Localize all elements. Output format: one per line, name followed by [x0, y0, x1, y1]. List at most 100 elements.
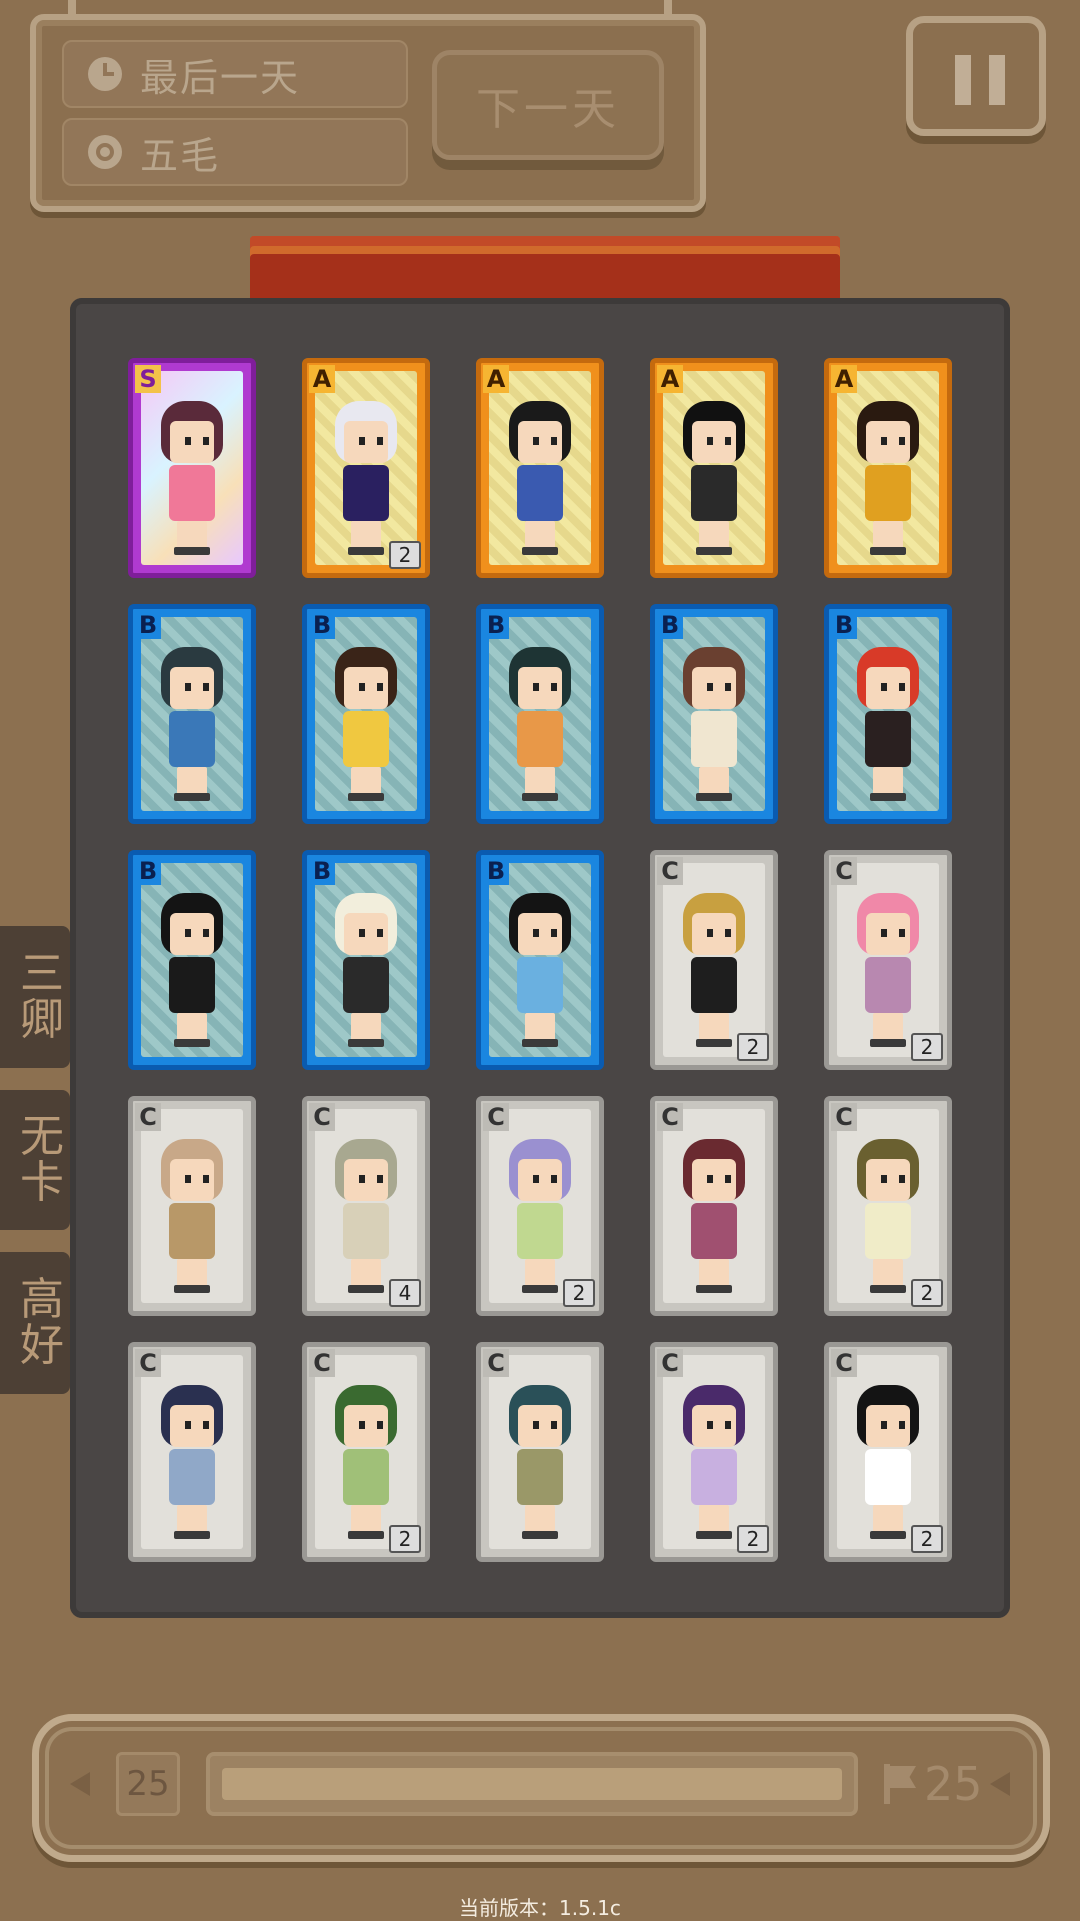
character-card[interactable]: A2: [302, 358, 430, 578]
card-art: [315, 371, 417, 565]
rarity-badge: C: [309, 1103, 335, 1131]
character-legs: [351, 521, 381, 549]
card-art: [663, 863, 765, 1057]
page-progress-track[interactable]: [206, 1752, 858, 1816]
character-outfit: [517, 957, 563, 1013]
character-shoes: [348, 1039, 384, 1047]
character-card[interactable]: B: [302, 850, 430, 1070]
character-eye: [377, 683, 383, 691]
character-eye: [359, 1421, 365, 1429]
character-eye: [707, 437, 713, 445]
character-card[interactable]: C2: [824, 1096, 952, 1316]
character-eye: [203, 437, 209, 445]
character-legs: [351, 1505, 381, 1533]
character-eye: [359, 929, 365, 937]
character-card[interactable]: A: [476, 358, 604, 578]
rarity-badge: C: [657, 1349, 683, 1377]
character-card[interactable]: A: [650, 358, 778, 578]
character-card[interactable]: B: [128, 604, 256, 824]
character-card[interactable]: C4: [302, 1096, 430, 1316]
character-eye: [185, 683, 191, 691]
character-shoes: [870, 547, 906, 555]
character-shoes: [348, 547, 384, 555]
character-legs: [699, 767, 729, 795]
rarity-badge: C: [483, 1349, 509, 1377]
side-tab-3[interactable]: 高 好: [0, 1252, 70, 1394]
side-tab-label: 高 好: [20, 1273, 64, 1371]
side-tab-label: 三 卿: [20, 947, 64, 1045]
character-legs: [699, 521, 729, 549]
card-count-badge: 2: [911, 1279, 943, 1307]
character-outfit: [691, 1203, 737, 1259]
card-art: [315, 1109, 417, 1303]
character-shoes: [174, 793, 210, 801]
character-card[interactable]: B: [128, 850, 256, 1070]
character-card[interactable]: B: [824, 604, 952, 824]
character-card[interactable]: B: [302, 604, 430, 824]
character-shoes: [522, 793, 558, 801]
character-legs: [177, 521, 207, 549]
character-eye: [185, 1175, 191, 1183]
character-shoes: [522, 1531, 558, 1539]
character-eye: [203, 929, 209, 937]
character-card[interactable]: C2: [650, 1342, 778, 1562]
rarity-badge: B: [483, 857, 509, 885]
card-art: [663, 371, 765, 565]
rarity-badge: A: [831, 365, 857, 393]
right-arrow-icon[interactable]: [990, 1772, 1010, 1796]
character-legs: [177, 1259, 207, 1287]
character-card[interactable]: B: [476, 850, 604, 1070]
character-eye: [881, 437, 887, 445]
character-outfit: [343, 465, 389, 521]
character-card[interactable]: C2: [824, 1342, 952, 1562]
card-art: [663, 617, 765, 811]
character-card[interactable]: B: [476, 604, 604, 824]
character-card[interactable]: C2: [824, 850, 952, 1070]
card-count-badge: 2: [911, 1033, 943, 1061]
side-tab-2[interactable]: 无 卡: [0, 1090, 70, 1230]
side-tab-1[interactable]: 三 卿: [0, 926, 70, 1068]
next-day-button[interactable]: 下一天: [432, 50, 664, 160]
character-shoes: [348, 793, 384, 801]
rarity-badge: B: [483, 611, 509, 639]
rarity-badge: B: [135, 857, 161, 885]
character-card[interactable]: C2: [650, 850, 778, 1070]
character-shoes: [348, 1531, 384, 1539]
character-card[interactable]: B: [650, 604, 778, 824]
character-card[interactable]: A: [824, 358, 952, 578]
character-eye: [725, 1175, 731, 1183]
character-eye: [551, 929, 557, 937]
character-card[interactable]: C2: [302, 1342, 430, 1562]
character-card[interactable]: C: [128, 1342, 256, 1562]
rarity-badge: C: [831, 1103, 857, 1131]
character-legs: [351, 1259, 381, 1287]
character-eye: [881, 1421, 887, 1429]
left-arrow-icon[interactable]: [70, 1772, 90, 1796]
character-eye: [899, 929, 905, 937]
character-card[interactable]: C2: [476, 1096, 604, 1316]
pause-button[interactable]: [906, 16, 1046, 136]
character-outfit: [169, 957, 215, 1013]
character-eye: [203, 683, 209, 691]
card-art: [489, 1109, 591, 1303]
character-legs: [873, 521, 903, 549]
character-legs: [177, 1505, 207, 1533]
character-eye: [185, 1421, 191, 1429]
card-art: [663, 1355, 765, 1549]
rarity-badge: A: [657, 365, 683, 393]
card-art: [489, 863, 591, 1057]
character-shoes: [522, 1039, 558, 1047]
character-eye: [899, 1175, 905, 1183]
character-card[interactable]: C: [128, 1096, 256, 1316]
card-count-badge: 2: [737, 1033, 769, 1061]
character-eye: [377, 929, 383, 937]
card-count-badge: 2: [389, 541, 421, 569]
character-eye: [899, 437, 905, 445]
character-eye: [707, 1175, 713, 1183]
character-shoes: [522, 547, 558, 555]
character-card[interactable]: C: [650, 1096, 778, 1316]
rarity-badge: C: [831, 857, 857, 885]
character-shoes: [348, 1285, 384, 1293]
character-card[interactable]: S: [128, 358, 256, 578]
character-card[interactable]: C: [476, 1342, 604, 1562]
